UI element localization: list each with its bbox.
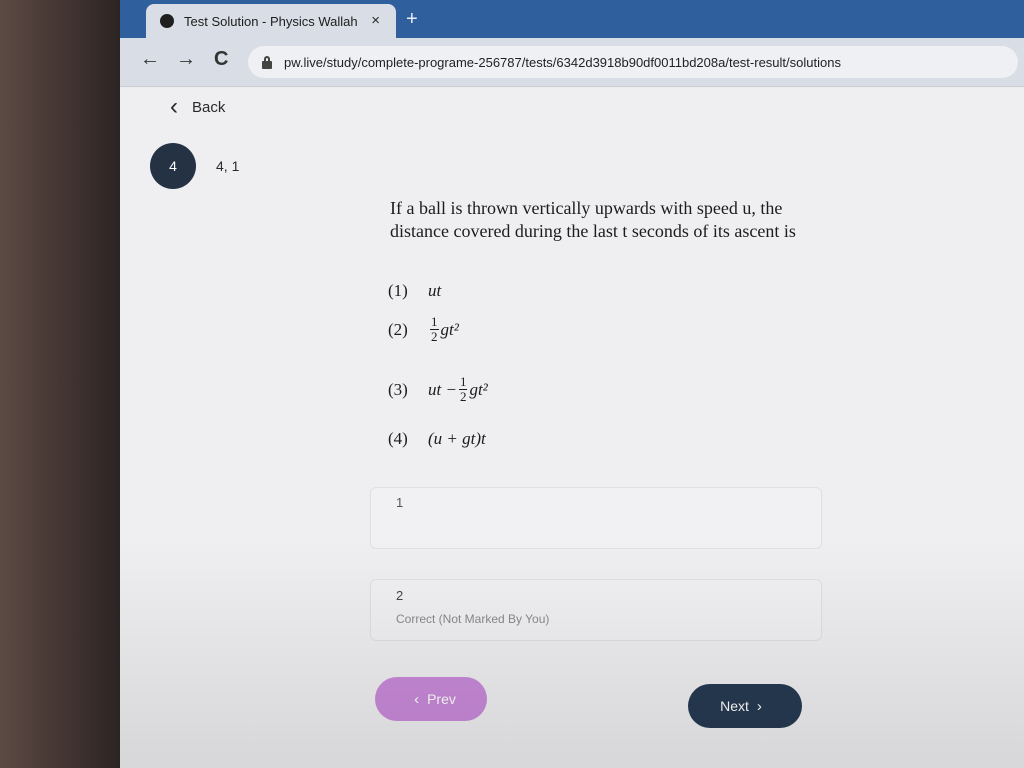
question-number-badge: 4 — [150, 143, 196, 189]
fraction: 1 2 — [430, 315, 439, 344]
option-4: (4) (u + gt)t — [388, 429, 486, 449]
option-number: (3) — [388, 379, 408, 399]
back-arrow-icon[interactable]: ← — [140, 48, 160, 71]
option-expression: ut − 1 2 gt² — [428, 375, 488, 404]
fraction-denominator: 2 — [431, 329, 438, 344]
tab-title: Test Solution - Physics Wallah — [184, 13, 358, 29]
fraction-numerator: 1 — [458, 374, 468, 390]
fraction-denominator: 2 — [459, 389, 467, 404]
chevron-left-icon: ‹ — [170, 93, 178, 120]
page-content: ‹ Back 4 4, 1 If a ball is thrown vertic… — [120, 87, 1024, 768]
option-1: (1) ut — [388, 281, 441, 301]
answer-label-2: 2 — [396, 588, 404, 603]
new-tab-icon[interactable]: + — [406, 8, 418, 31]
next-button[interactable]: Next › — [688, 684, 802, 728]
option-expression: 1 2 gt² — [428, 315, 459, 344]
question-text: If a ball is thrown vertically upwards w… — [390, 198, 796, 241]
expression-tail: gt² — [469, 379, 488, 399]
option-expression: ut — [428, 281, 442, 300]
url-text[interactable]: pw.live/study/complete-programe-256787/t… — [284, 55, 841, 70]
reload-icon[interactable]: C — [214, 48, 228, 71]
lock-icon — [260, 54, 276, 70]
tab-test-solution[interactable]: Test Solution - Physics Wallah × — [146, 4, 396, 38]
fraction-numerator: 1 — [430, 314, 439, 330]
next-label: Next — [720, 698, 749, 714]
answer-box-1 — [370, 487, 822, 549]
marks-text: 4, 1 — [216, 158, 240, 174]
chevron-right-icon: › — [756, 697, 762, 715]
answer-status: Correct (Not Marked By You) — [396, 612, 550, 626]
back-link[interactable]: ‹ Back — [170, 95, 225, 119]
answer-label-1: 1 — [396, 495, 404, 510]
answer-box-2 — [370, 579, 822, 641]
expression-tail: gt² — [440, 319, 459, 339]
close-icon[interactable]: × — [371, 12, 380, 29]
back-label: Back — [192, 98, 226, 116]
fraction: 1 2 — [458, 374, 468, 404]
chevron-left-icon: ‹ — [414, 690, 420, 708]
option-expression: (u + gt)t — [428, 429, 486, 448]
forward-arrow-icon[interactable]: → — [176, 48, 196, 71]
browser-window: Test Solution - Physics Wallah × + ← → C… — [120, 0, 1024, 768]
option-number: (4) — [388, 429, 408, 448]
expression-head: ut − — [428, 379, 457, 399]
tab-strip: Test Solution - Physics Wallah × + — [120, 0, 1024, 38]
prev-label: Prev — [427, 691, 456, 707]
option-2: (2) 1 2 gt² — [388, 315, 459, 344]
monitor-bezel — [0, 0, 120, 768]
prev-button[interactable]: ‹ Prev — [375, 677, 487, 721]
address-bar[interactable]: pw.live/study/complete-programe-256787/t… — [248, 46, 1018, 78]
option-number: (1) — [388, 281, 408, 300]
browser-toolbar: ← → C pw.live/study/complete-programe-25… — [120, 38, 1024, 87]
option-number: (2) — [388, 319, 408, 339]
option-3: (3) ut − 1 2 gt² — [388, 375, 488, 404]
favicon-icon — [160, 14, 174, 28]
